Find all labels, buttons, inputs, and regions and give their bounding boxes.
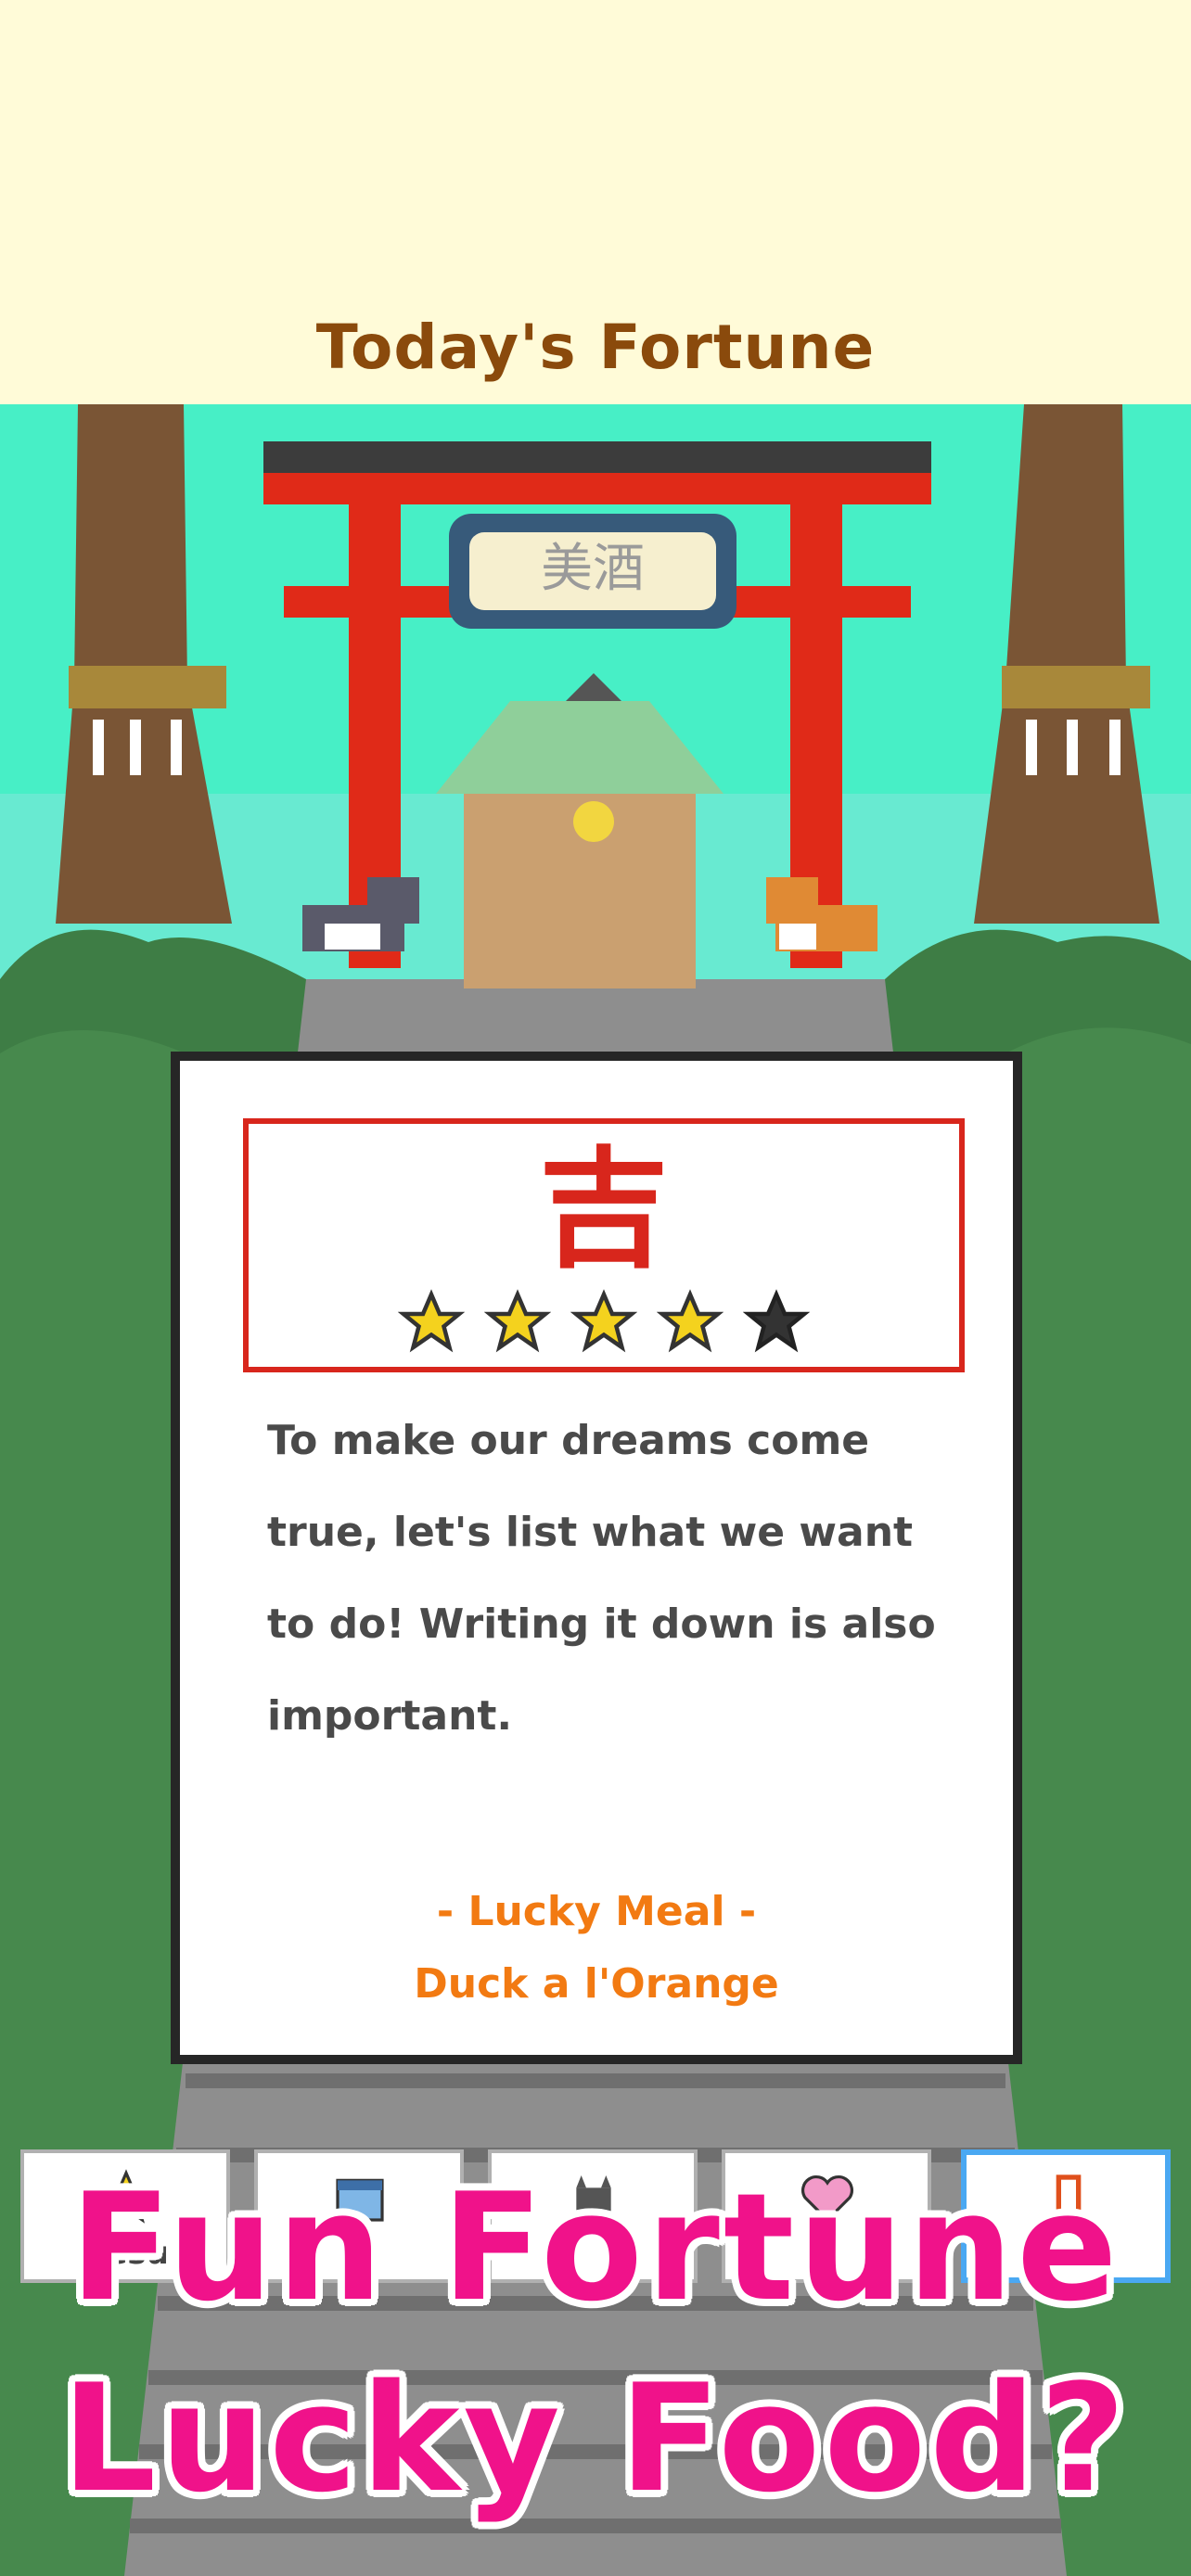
header: Today's Fortune [0,0,1191,404]
star-icon-empty [743,1289,811,1353]
promo-headline-line1: Fun Fortune [70,2161,1121,2334]
star-icon-filled [657,1289,724,1353]
fortune-rank: 吉 [538,1134,669,1286]
rating-stars [249,1289,959,1359]
fortune-card: 吉 To make our dreams come true, let's li… [171,1052,1022,2064]
rank-box: 吉 [243,1118,965,1372]
page-title: Today's Fortune [315,312,876,383]
star-icon-filled [397,1289,465,1353]
star-icon-filled [483,1289,551,1353]
lucky-meal-value: Duck a l'Orange [414,1960,779,2008]
promo-headline-line2: Lucky Food? [61,2352,1130,2525]
torii-gate [263,441,931,473]
lucky-meal-label: - Lucky Meal - [436,1888,757,1935]
torii-plaque-text: 美酒 [541,539,645,599]
star-icon-filled [570,1289,637,1353]
fortune-message: To make our dreams come true, let's list… [267,1417,936,1740]
